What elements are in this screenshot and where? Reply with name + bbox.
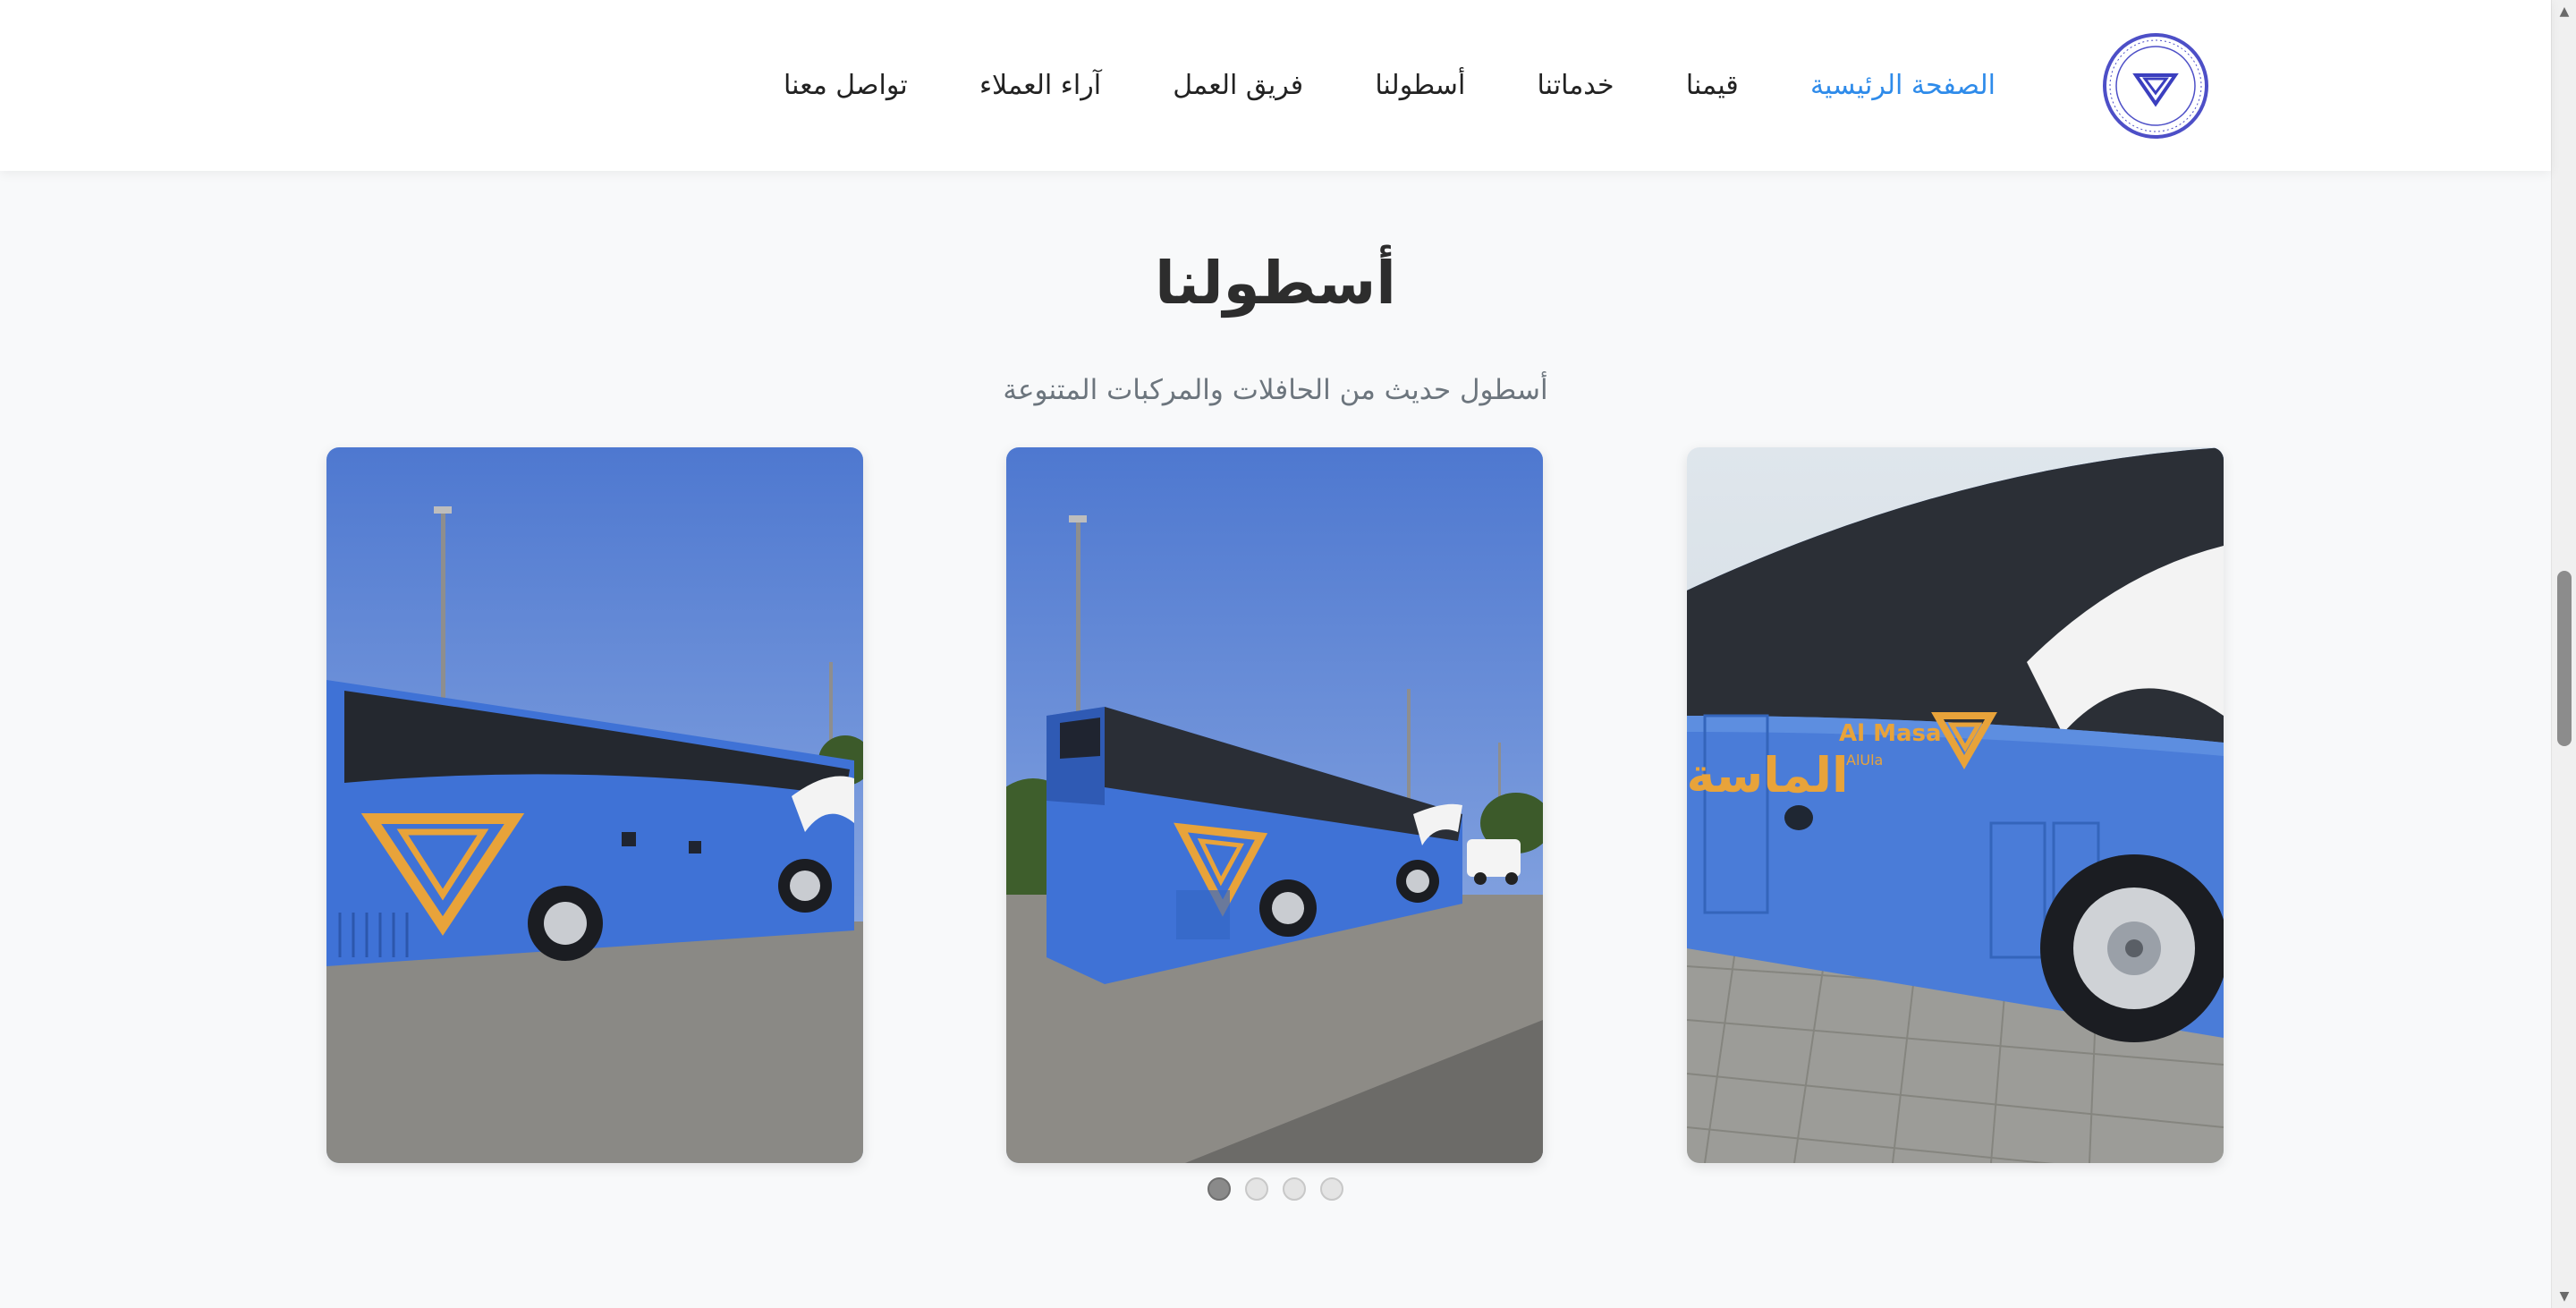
carousel-dot-4[interactable] <box>1320 1177 1343 1201</box>
nav-home[interactable]: الصفحة الرئيسية <box>1810 70 1996 101</box>
carousel-dots <box>1208 1176 1343 1202</box>
fleet-card-3[interactable] <box>326 447 863 1163</box>
nav-testimonials[interactable]: آراء العملاء <box>979 70 1101 101</box>
carousel-dot-2[interactable] <box>1245 1177 1268 1201</box>
section-title: أسطولنا <box>1155 249 1396 318</box>
nav-services[interactable]: خدماتنا <box>1538 70 1614 101</box>
livery-en-sub: AlUla <box>1846 752 1883 769</box>
fleet-card-1[interactable]: الماسة Al Masa AlUla <box>1687 447 2224 1163</box>
bus-rear-three-quarter-photo <box>1006 447 1543 1163</box>
scroll-down-icon[interactable]: ▼ <box>2552 1285 2576 1308</box>
section-subtitle: أسطول حديث من الحافلات والمركبات المتنوع… <box>1003 374 1548 406</box>
page-scrollbar[interactable]: ▲ ▼ <box>2551 0 2576 1308</box>
carousel-dot-3[interactable] <box>1283 1177 1306 1201</box>
carousel-dot-1[interactable] <box>1208 1177 1231 1201</box>
logo-icon[interactable] <box>2102 32 2209 140</box>
nav-contact[interactable]: تواصل معنا <box>784 70 908 101</box>
nav-fleet[interactable]: أسطولنا <box>1375 70 1465 101</box>
livery-en-name: Al Masa <box>1839 720 1942 747</box>
site-header: الصفحة الرئيسية قيمنا خدماتنا أسطولنا فر… <box>0 0 2551 171</box>
nav-values[interactable]: قيمنا <box>1686 70 1739 101</box>
scroll-thumb[interactable] <box>2557 571 2572 746</box>
nav-team[interactable]: فريق العمل <box>1173 70 1303 101</box>
bus-side-full-photo <box>326 447 863 1163</box>
bus-side-closeup-photo: الماسة Al Masa AlUla <box>1687 447 2224 1163</box>
fleet-card-2[interactable] <box>1006 447 1543 1163</box>
scroll-up-icon[interactable]: ▲ <box>2552 0 2576 23</box>
livery-ar-name: الماسة <box>1687 747 1849 803</box>
main-nav: الصفحة الرئيسية قيمنا خدماتنا أسطولنا فر… <box>784 0 1996 171</box>
